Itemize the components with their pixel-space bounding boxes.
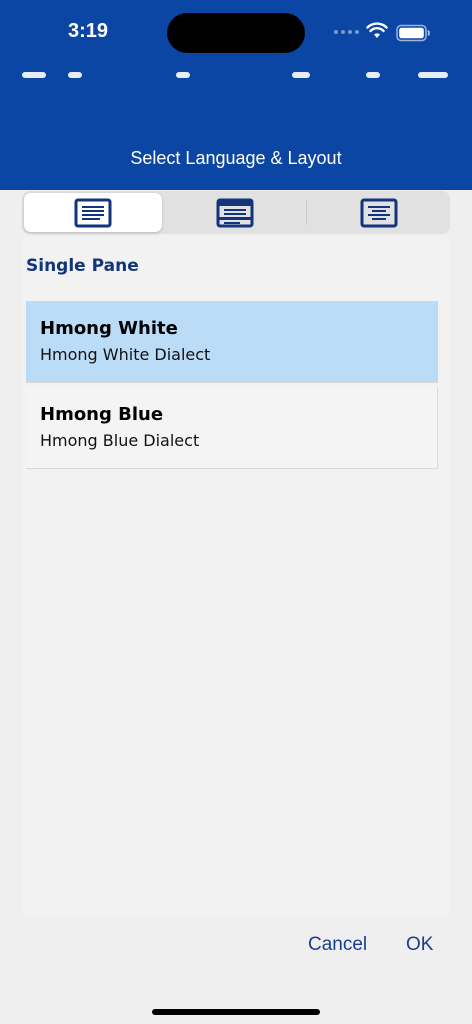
obscured-toolbar: [20, 70, 452, 78]
language-row-hmong-blue[interactable]: Hmong Blue Hmong Blue Dialect: [26, 387, 438, 469]
battery-icon: [396, 24, 430, 42]
interlinear-layout-icon: [360, 198, 398, 227]
cellular-signal-icon: [334, 30, 359, 34]
language-title: Hmong Blue: [40, 404, 164, 425]
tab-interlinear[interactable]: [310, 193, 448, 232]
wifi-icon: [366, 22, 388, 38]
segment-divider: [306, 200, 307, 225]
language-title: Hmong White: [40, 318, 178, 339]
section-label: Single Pane: [26, 256, 139, 276]
ok-button[interactable]: OK: [406, 934, 433, 956]
dynamic-island: [167, 13, 305, 53]
language-list-panel: Single Pane Hmong White Hmong White Dial…: [22, 236, 450, 916]
single-pane-layout-icon: [74, 198, 112, 227]
tab-dual-pane[interactable]: [166, 193, 304, 232]
layout-segmented-control: [22, 191, 450, 234]
cancel-button[interactable]: Cancel: [308, 934, 367, 956]
dual-pane-layout-icon: [216, 198, 254, 227]
language-subtitle: Hmong Blue Dialect: [40, 431, 200, 450]
home-indicator[interactable]: [152, 1009, 320, 1015]
status-time: 3:19: [68, 20, 109, 42]
language-subtitle: Hmong White Dialect: [40, 345, 211, 364]
status-icons: [334, 22, 434, 44]
header-bar: 3:19 Select Language & Layout: [0, 0, 472, 190]
language-row-hmong-white[interactable]: Hmong White Hmong White Dialect: [26, 301, 438, 383]
page-title: Select Language & Layout: [130, 148, 342, 168]
tab-single-pane[interactable]: [24, 193, 162, 232]
